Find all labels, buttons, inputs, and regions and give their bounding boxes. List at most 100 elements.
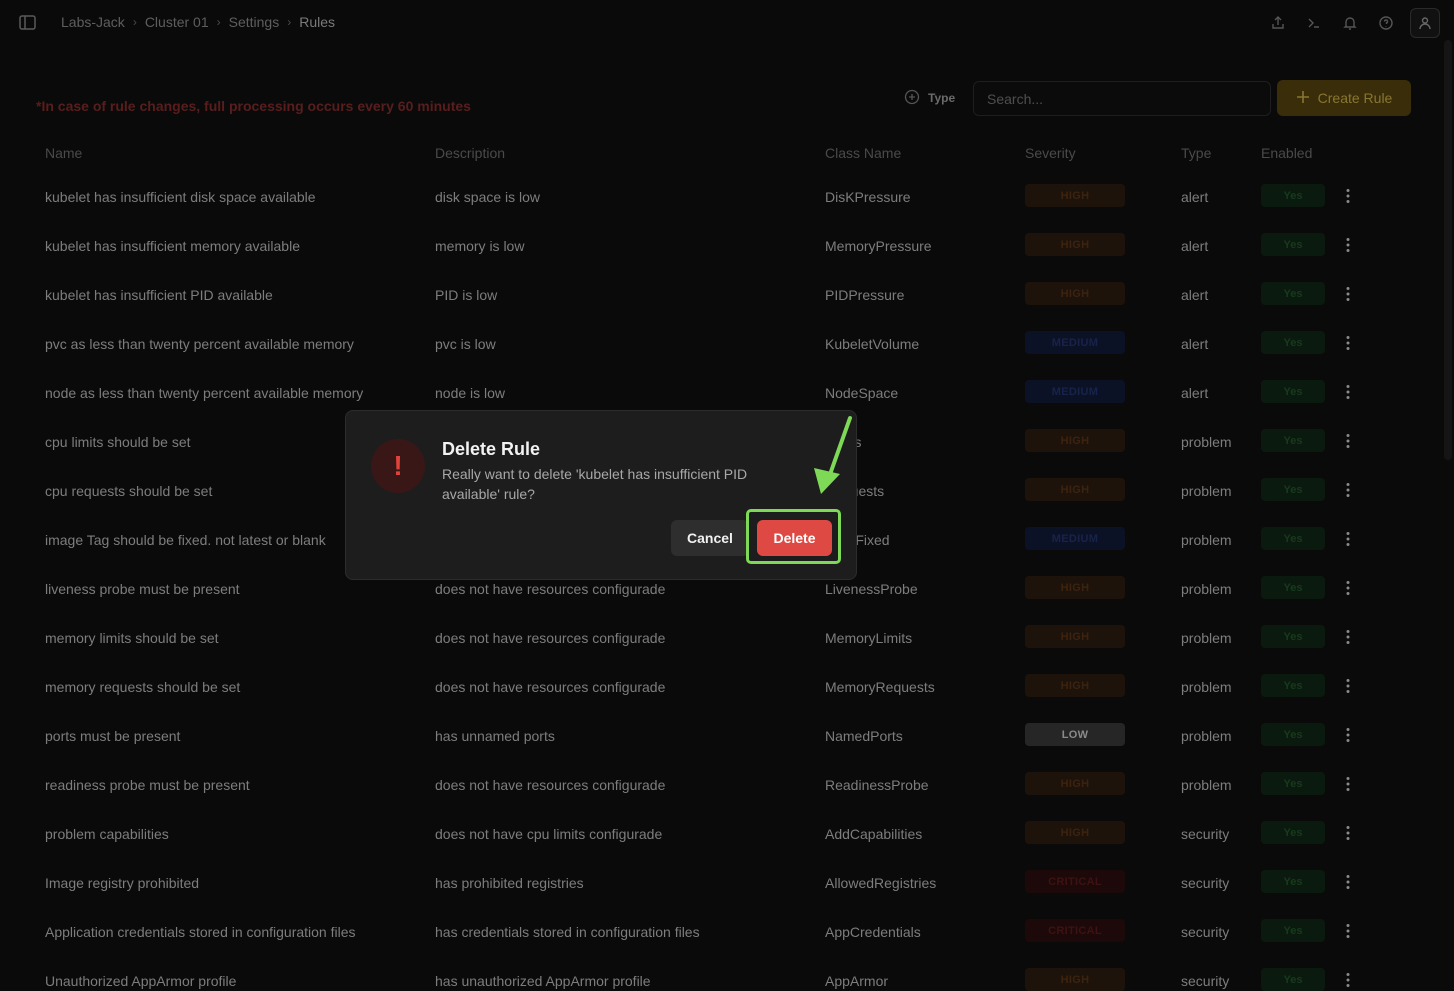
rule-class-name: NodeSpace bbox=[825, 385, 899, 401]
plus-circle-icon bbox=[904, 89, 920, 108]
share-icon[interactable] bbox=[1260, 8, 1296, 38]
terminal-icon[interactable] bbox=[1296, 8, 1332, 38]
kebab-menu-icon[interactable] bbox=[1340, 577, 1356, 599]
help-icon[interactable] bbox=[1368, 8, 1404, 38]
kebab-menu-icon[interactable] bbox=[1340, 185, 1356, 207]
severity-badge: HIGH bbox=[1025, 233, 1125, 256]
column-header-enabled[interactable]: Enabled bbox=[1261, 145, 1312, 161]
sidebar-toggle-icon[interactable] bbox=[18, 14, 38, 32]
kebab-menu-icon[interactable] bbox=[1340, 773, 1356, 795]
rule-type: alert bbox=[1181, 336, 1209, 352]
table-row[interactable]: ports must be present has unnamed ports Na… bbox=[30, 711, 1410, 760]
rule-type: alert bbox=[1181, 287, 1209, 303]
scrollbar[interactable] bbox=[1444, 40, 1452, 460]
rule-type: problem bbox=[1181, 630, 1232, 646]
kebab-menu-icon[interactable] bbox=[1340, 430, 1356, 452]
kebab-menu-icon[interactable] bbox=[1340, 332, 1356, 354]
table-row[interactable]: Unauthorized AppArmor profile has unautho… bbox=[30, 956, 1410, 991]
delete-button[interactable]: Delete bbox=[757, 520, 832, 556]
table-row[interactable]: readiness probe must be present does not … bbox=[30, 760, 1410, 809]
create-rule-button[interactable]: Create Rule bbox=[1277, 80, 1411, 116]
enabled-badge: Yes bbox=[1261, 331, 1325, 354]
severity-badge: HIGH bbox=[1025, 625, 1125, 648]
breadcrumb-item-settings[interactable]: Settings bbox=[229, 14, 280, 30]
severity-badge: CRITICAL bbox=[1025, 870, 1125, 893]
rule-type: problem bbox=[1181, 434, 1232, 450]
rule-class-name: MemoryRequests bbox=[825, 679, 935, 695]
breadcrumb-item-rules: Rules bbox=[299, 14, 336, 30]
table-row[interactable]: kubelet has insufficient disk space avai… bbox=[30, 172, 1410, 221]
kebab-menu-icon[interactable] bbox=[1340, 969, 1356, 991]
warning-icon: ! bbox=[371, 439, 425, 493]
severity-badge: CRITICAL bbox=[1025, 919, 1125, 942]
user-icon[interactable] bbox=[1410, 8, 1440, 38]
rule-class-name: MemoryPressure bbox=[825, 238, 932, 254]
bell-icon[interactable] bbox=[1332, 8, 1368, 38]
kebab-menu-icon[interactable] bbox=[1340, 283, 1356, 305]
column-header-name[interactable]: Name bbox=[45, 145, 82, 161]
rule-name: Image registry prohibited bbox=[45, 875, 200, 891]
kebab-menu-icon[interactable] bbox=[1340, 822, 1356, 844]
cancel-button[interactable]: Cancel bbox=[671, 520, 749, 556]
rule-class-name: LivenessProbe bbox=[825, 581, 918, 597]
enabled-badge: Yes bbox=[1261, 282, 1325, 305]
chevron-right-icon: › bbox=[216, 15, 221, 29]
rule-name: readiness probe must be present bbox=[45, 777, 250, 793]
rule-name: pvc as less than twenty percent availabl… bbox=[45, 336, 354, 352]
rule-class-name: ReadinessProbe bbox=[825, 777, 929, 793]
enabled-badge: Yes bbox=[1261, 870, 1325, 893]
top-actions bbox=[1260, 8, 1440, 38]
table-row[interactable]: memory limits should be set does not have… bbox=[30, 613, 1410, 662]
table-row[interactable]: kubelet has insufficient memory availabl… bbox=[30, 221, 1410, 270]
rule-description: does not have cpu limits configurade bbox=[435, 826, 663, 842]
rule-name: ports must be present bbox=[45, 728, 181, 744]
table-row[interactable]: Image registry prohibited has prohibited … bbox=[30, 858, 1410, 907]
rule-description: does not have resources configurade bbox=[435, 630, 666, 646]
rule-name: kubelet has insufficient memory availabl… bbox=[45, 238, 300, 254]
kebab-menu-icon[interactable] bbox=[1340, 920, 1356, 942]
rule-name: memory limits should be set bbox=[45, 630, 219, 646]
breadcrumb-item-cluster[interactable]: Cluster 01 bbox=[145, 14, 209, 30]
rule-name: node as less than twenty percent availab… bbox=[45, 385, 364, 401]
kebab-menu-icon[interactable] bbox=[1340, 626, 1356, 648]
kebab-menu-icon[interactable] bbox=[1340, 871, 1356, 893]
enabled-badge: Yes bbox=[1261, 821, 1325, 844]
table-row[interactable]: problem capabilities does not have cpu li… bbox=[30, 809, 1410, 858]
column-header-description[interactable]: Description bbox=[435, 145, 505, 161]
dialog-message: Really want to delete 'kubelet has insuf… bbox=[442, 466, 748, 502]
column-header-severity[interactable]: Severity bbox=[1025, 145, 1076, 161]
kebab-menu-icon[interactable] bbox=[1340, 479, 1356, 501]
search-input[interactable] bbox=[973, 81, 1271, 116]
kebab-menu-icon[interactable] bbox=[1340, 381, 1356, 403]
table-row[interactable]: pvc as less than twenty percent availabl… bbox=[30, 319, 1410, 368]
breadcrumb-item-workspace[interactable]: Labs-Jack bbox=[61, 14, 125, 30]
table-row[interactable]: memory requests should be set does not ha… bbox=[30, 662, 1410, 711]
rule-description: has unauthorized AppArmor profile bbox=[435, 973, 651, 989]
plus-icon bbox=[1296, 90, 1310, 107]
enabled-badge: Yes bbox=[1261, 968, 1325, 991]
column-header-class[interactable]: Class Name bbox=[825, 145, 901, 161]
severity-badge: HIGH bbox=[1025, 772, 1125, 795]
column-header-type[interactable]: Type bbox=[1181, 145, 1211, 161]
rule-type: security bbox=[1181, 875, 1230, 891]
type-filter-button[interactable]: Type bbox=[894, 82, 965, 114]
rule-description: pvc is low bbox=[435, 336, 496, 352]
rule-name: Unauthorized AppArmor profile bbox=[45, 973, 237, 989]
table-row[interactable]: Application credentials stored in config… bbox=[30, 907, 1410, 956]
kebab-menu-icon[interactable] bbox=[1340, 724, 1356, 746]
rule-name: kubelet has insufficient PID available bbox=[45, 287, 273, 303]
rule-description: has unnamed ports bbox=[435, 728, 555, 744]
rule-type: problem bbox=[1181, 777, 1232, 793]
kebab-menu-icon[interactable] bbox=[1340, 675, 1356, 697]
rule-name: problem capabilities bbox=[45, 826, 169, 842]
kebab-menu-icon[interactable] bbox=[1340, 528, 1356, 550]
rule-name: cpu requests should be set bbox=[45, 483, 213, 499]
table-row[interactable]: kubelet has insufficient PID available PI… bbox=[30, 270, 1410, 319]
rule-class-name: PIDPressure bbox=[825, 287, 905, 303]
kebab-menu-icon[interactable] bbox=[1340, 234, 1356, 256]
severity-badge: MEDIUM bbox=[1025, 380, 1125, 403]
rule-type: problem bbox=[1181, 728, 1232, 744]
severity-badge: LOW bbox=[1025, 723, 1125, 746]
rule-name: liveness probe must be present bbox=[45, 581, 240, 597]
rule-class-name: AppArmor bbox=[825, 973, 889, 989]
